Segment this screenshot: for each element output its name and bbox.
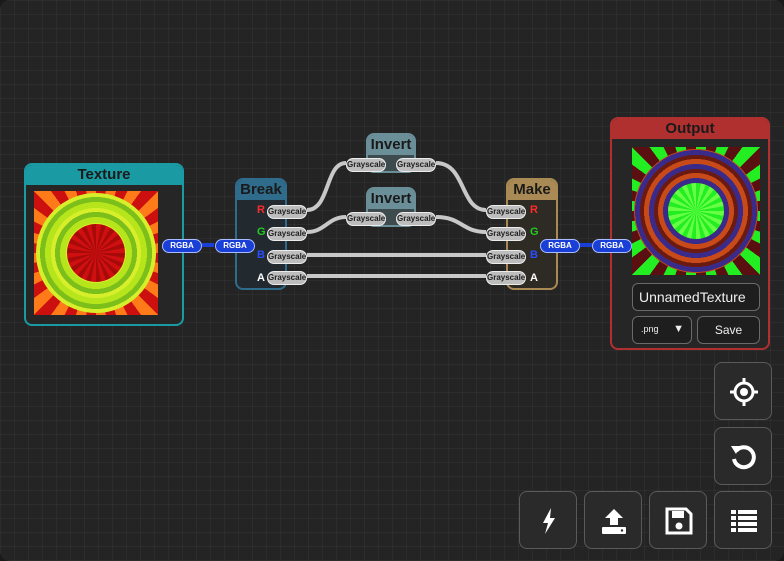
refresh-icon [731,445,756,470]
wire-r-to-invert-top [306,161,347,212]
node-graph-canvas[interactable]: Texture RGBA Break RGBA R G B A Grayscal… [0,0,784,561]
list-icon [731,510,757,532]
make-r-input-port[interactable]: Grayscale [486,205,526,219]
break-channel-b-label: B [257,249,265,261]
make-node[interactable]: Make Grayscale Grayscale Grayscale Grays… [486,178,580,290]
invert-bottom-input-port[interactable]: Grayscale [346,212,386,226]
make-b-input-port[interactable]: Grayscale [486,250,526,264]
chevron-down-icon: ▼ [673,323,684,335]
break-node[interactable]: Break RGBA R G B A Grayscale Grayscale G… [215,178,307,290]
texture-rgba-output-port[interactable]: RGBA [162,239,202,253]
make-channel-a-label: A [530,272,538,284]
break-node-title: Break [237,180,285,200]
output-rgba-input-port[interactable]: RGBA [592,239,632,253]
invert-bottom-output-port[interactable]: Grayscale [396,212,436,226]
reset-view-button[interactable] [714,427,772,485]
make-channel-r-label: R [530,204,538,216]
save-texture-button[interactable]: Save [697,316,760,344]
texture-preview-image [34,191,158,315]
invert-top-input-port[interactable]: Grayscale [346,158,386,172]
make-g-input-port[interactable]: Grayscale [486,227,526,241]
filename-input[interactable]: UnnamedTexture [632,283,760,311]
break-a-output-port[interactable]: Grayscale [267,271,307,285]
invert-node-bottom[interactable]: Invert Grayscale Grayscale [346,187,436,227]
format-select[interactable]: .png ▼ [632,316,692,344]
wire-invert-top-to-r [435,161,487,212]
break-rgba-input-port[interactable]: RGBA [215,239,255,253]
break-r-output-port[interactable]: Grayscale [267,205,307,219]
save-graph-button[interactable] [649,491,707,549]
make-channel-b-label: B [530,249,538,261]
run-button[interactable] [519,491,577,549]
make-rgba-output-port[interactable]: RGBA [540,239,580,253]
break-channel-g-label: G [257,226,266,238]
floppy-disk-icon [665,507,693,535]
make-node-title: Make [508,180,556,200]
node-list-button[interactable] [714,491,772,549]
invert-top-title: Invert [368,135,414,155]
invert-top-output-port[interactable]: Grayscale [396,158,436,172]
output-preview-image [632,147,760,275]
upload-icon [602,509,626,534]
upload-button[interactable] [584,491,642,549]
crosshair-icon [730,378,758,406]
lightning-icon [543,508,555,534]
break-b-output-port[interactable]: Grayscale [267,250,307,264]
center-view-button[interactable] [714,362,772,420]
invert-bottom-title: Invert [368,189,414,209]
texture-node[interactable]: Texture RGBA [24,163,202,326]
output-node-title: Output [612,119,768,139]
make-channel-g-label: G [530,226,539,238]
format-select-value: .png [641,324,659,334]
break-channel-a-label: A [257,272,265,284]
break-g-output-port[interactable]: Grayscale [267,227,307,241]
invert-node-top[interactable]: Invert Grayscale Grayscale [346,133,436,173]
output-node[interactable]: Output RGBA UnnamedTexture .png ▼ Save [592,117,770,350]
wire-invert-bottom-to-g [435,215,487,234]
make-a-input-port[interactable]: Grayscale [486,271,526,285]
wire-g-to-invert-bottom [306,215,347,234]
break-channel-r-label: R [257,204,265,216]
texture-node-title: Texture [26,165,182,185]
